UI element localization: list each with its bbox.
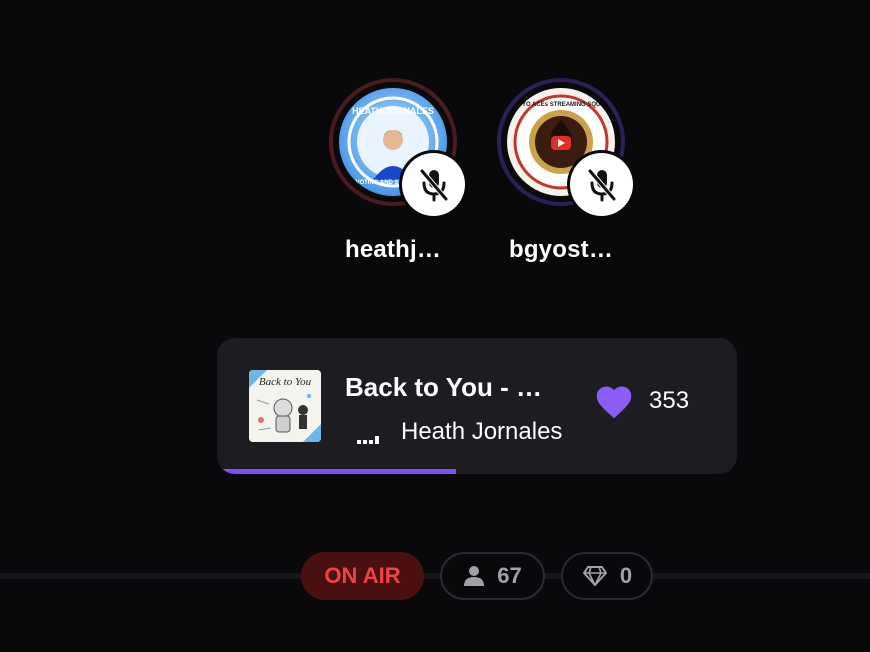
diamond-icon xyxy=(582,566,607,586)
listener-count: 67 xyxy=(497,563,522,588)
avatar[interactable]: BGYO ACEs STREAMING SQUAD xyxy=(497,78,633,216)
equalizer-icon xyxy=(357,436,381,444)
listeners-button[interactable]: 67 xyxy=(440,552,545,600)
speaker-name: bgyost… xyxy=(508,236,614,263)
status-row: ON AIR 67 0 xyxy=(0,552,870,600)
person-icon xyxy=(464,566,485,586)
gems-button[interactable]: 0 xyxy=(561,552,653,600)
like-button[interactable]: 353 xyxy=(593,382,689,420)
progress-bar[interactable] xyxy=(217,469,737,474)
heart-icon[interactable] xyxy=(593,382,635,420)
speaker-name: heathj… xyxy=(344,236,442,263)
speaker-bgyost[interactable]: BGYO ACEs STREAMING SQUAD bgyost… xyxy=(497,78,633,263)
svg-text:BGYO ACEs STREAMING SQUAD: BGYO ACEs STREAMING SQUAD xyxy=(513,102,610,108)
gem-count: 0 xyxy=(619,563,633,588)
progress-fill xyxy=(217,469,457,474)
like-count: 353 xyxy=(649,387,690,414)
mic-off-icon xyxy=(402,153,465,216)
svg-text:HEATH JORNALES: HEATH JORNALES xyxy=(352,106,434,116)
track-artist: Heath Jornales xyxy=(401,418,563,445)
on-air-label: ON AIR xyxy=(324,563,401,588)
now-playing-card[interactable]: Back to You Back to You - … Heath Jornal… xyxy=(217,338,737,474)
avatar[interactable]: HEATH JORNALES VOTING AND STREAMING xyxy=(329,78,465,216)
speaker-heathj[interactable]: HEATH JORNALES VOTING AND STREAMING heat… xyxy=(329,78,465,263)
track-title: Back to You - … xyxy=(345,372,542,402)
mic-off-icon xyxy=(570,153,633,216)
on-air-badge: ON AIR xyxy=(301,552,424,600)
album-art: Back to You xyxy=(249,370,321,442)
svg-text:Back to You: Back to You xyxy=(259,376,312,388)
